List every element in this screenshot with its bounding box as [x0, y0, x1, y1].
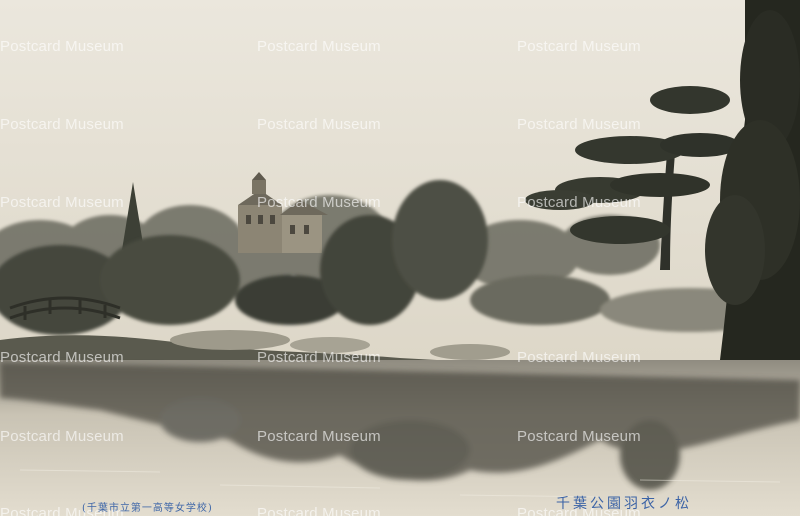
postcard-title: 千葉公園羽衣ノ松: [556, 496, 692, 512]
publisher-caption: (千葉市立第一高等女学校): [82, 503, 213, 514]
postcard-photo: Postcard Museum Postcard Museum Postcard…: [0, 0, 800, 516]
scene-illustration: [0, 0, 800, 516]
